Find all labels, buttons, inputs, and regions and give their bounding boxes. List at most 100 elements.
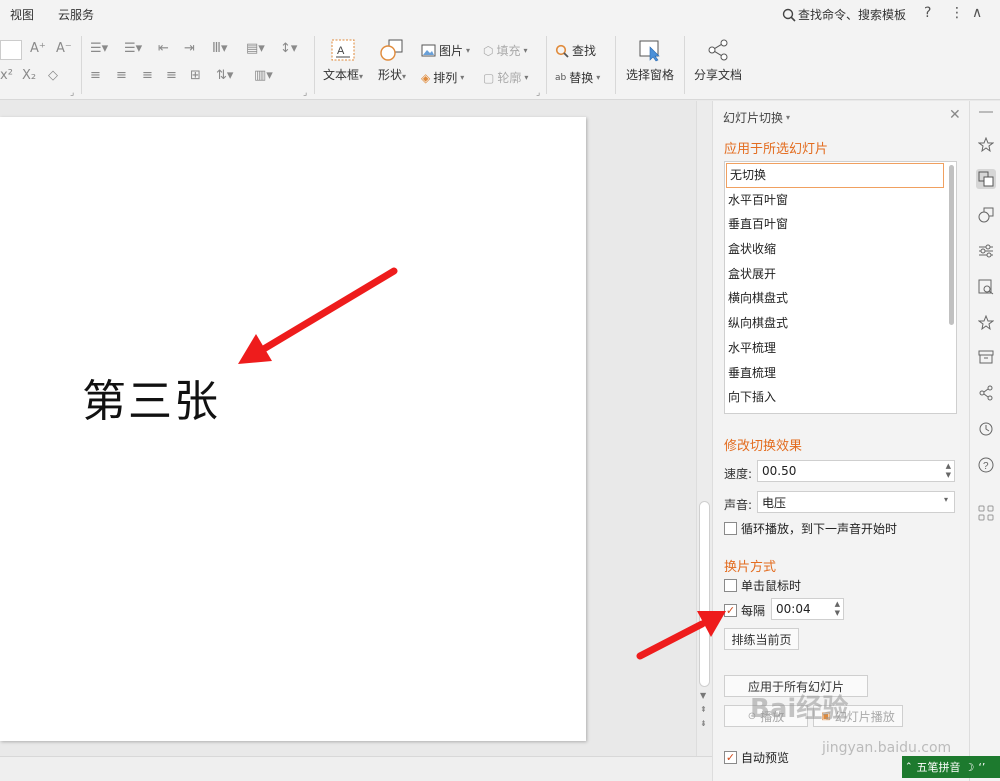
help-circle-icon[interactable]: ? (976, 455, 996, 475)
justify-icon[interactable]: ≡ (166, 68, 177, 83)
collapse-ribbon-icon[interactable]: ∧ (972, 5, 982, 21)
transition-item[interactable]: 垂直梳理 (725, 361, 956, 386)
arrange-button[interactable]: ◈ 排列 ▾ (421, 69, 464, 86)
transition-item[interactable]: 垂直百叶窗 (725, 212, 956, 237)
paragraph-spacing-icon[interactable]: ⇅▾ (216, 68, 233, 83)
increase-indent-icon[interactable]: ⇥ (184, 41, 195, 56)
slide-canvas[interactable]: 第三张 (0, 117, 586, 741)
numbering-icon[interactable]: ☰▾ (124, 41, 142, 56)
sound-select[interactable]: 电压 ▾ (757, 491, 955, 513)
superscript-icon[interactable]: x² (0, 68, 13, 83)
columns-icon[interactable]: ▥▾ (254, 68, 273, 83)
speed-spinner[interactable]: ▲ ▼ (946, 462, 951, 480)
shapes-button[interactable]: 形状▾ (378, 38, 406, 83)
fill-button[interactable]: ⬡ 填充 ▾ (483, 42, 528, 59)
transition-item[interactable]: 无切换 (726, 163, 944, 188)
close-icon[interactable]: ✕ (949, 107, 961, 123)
autopreview-checkbox-row[interactable]: ✓ 自动预览 (724, 749, 789, 766)
animation-icon[interactable] (976, 135, 996, 155)
on-click-checkbox-row[interactable]: 单击鼠标时 (724, 577, 801, 594)
help-icon[interactable]: ? (924, 5, 931, 21)
every-label: 每隔 (741, 604, 766, 618)
every-time-value: 00:04 (776, 602, 811, 616)
pane-title[interactable]: 幻灯片切换 ▾ (723, 109, 790, 126)
menu-bar: 视图 云服务 查找命令、搜索模板 ? ⋮ ∧ (0, 0, 1000, 28)
font-size-box[interactable] (0, 40, 22, 60)
shapes-pane-icon[interactable] (976, 205, 996, 225)
menu-cloud-service[interactable]: 云服务 (46, 6, 106, 23)
vertical-scrollbar[interactable]: ▼ ⇞ ⇟ (696, 101, 712, 756)
replace-icon: ab (555, 72, 567, 83)
scrollbar-thumb[interactable] (699, 501, 710, 687)
picture-button[interactable]: 图片 ▾ (421, 42, 470, 59)
slide-text[interactable]: 第三张 (82, 365, 220, 429)
more-icon[interactable]: ⋮ (950, 5, 964, 21)
align-left-icon[interactable]: ≡ (90, 68, 101, 83)
autopreview-checkbox[interactable]: ✓ (724, 751, 737, 764)
separator (684, 36, 685, 94)
archive-icon[interactable] (976, 347, 996, 367)
align-text-icon[interactable]: ▤▾ (246, 41, 265, 56)
selection-pane-icon (639, 40, 660, 62)
selection-pane-button[interactable]: 选择窗格 (626, 38, 674, 83)
line-spacing-icon[interactable]: ↕▾ (280, 41, 297, 56)
separator (81, 36, 82, 94)
ime-indicator[interactable]: ⌃ 五笔拼音 ☽ ‘’ (902, 756, 1000, 778)
every-time-spinner[interactable]: ▲ ▼ (835, 600, 840, 618)
loop-checkbox-row[interactable]: 循环播放，到下一声音开始时 (724, 520, 897, 537)
loop-label: 循环播放，到下一声音开始时 (741, 522, 898, 536)
image-search-icon[interactable] (976, 277, 996, 297)
speed-input[interactable]: 00.50 ▲ ▼ (757, 460, 955, 482)
apps-grid-icon[interactable] (976, 503, 996, 523)
find-button[interactable]: 查找 (555, 42, 596, 59)
transition-item[interactable]: 纵向棋盘式 (725, 311, 956, 336)
separator (615, 36, 616, 94)
section-apply-title: 应用于所选幻灯片 (724, 142, 829, 157)
every-checkbox[interactable]: ✓ (724, 604, 737, 617)
replace-button[interactable]: ab 替换 ▾ (555, 69, 600, 86)
section-advance-title: 换片方式 (724, 560, 777, 575)
text-direction-icon[interactable]: Ⅲ▾ (212, 41, 228, 56)
every-time-input[interactable]: 00:04 ▲ ▼ (771, 598, 844, 620)
distribute-icon[interactable]: ⊞ (190, 68, 201, 83)
next-slide-icon[interactable]: ⇟ (700, 719, 707, 728)
scroll-down-icon[interactable]: ▼ (700, 691, 706, 700)
command-search[interactable]: 查找命令、搜索模板 (782, 6, 906, 23)
transition-item[interactable]: 盒状收缩 (725, 237, 956, 262)
autopreview-label: 自动预览 (741, 751, 790, 765)
transition-list[interactable]: 无切换 水平百叶窗 垂直百叶窗 盒状收缩 盒状展开 横向棋盘式 纵向棋盘式 水平… (724, 161, 957, 414)
transition-icon[interactable] (976, 169, 996, 189)
every-checkbox-row[interactable]: ✓ 每隔 (724, 602, 765, 619)
decrease-indent-icon[interactable]: ⇤ (158, 41, 169, 56)
loop-checkbox[interactable] (724, 522, 737, 535)
transition-item[interactable]: 水平百叶窗 (725, 188, 956, 213)
rehearse-button[interactable]: 排练当前页 (724, 628, 799, 650)
history-icon[interactable] (976, 419, 996, 439)
share-pane-icon[interactable] (976, 383, 996, 403)
grow-font-icon[interactable]: A⁺ (30, 41, 46, 56)
properties-icon[interactable] (976, 241, 996, 261)
star-icon[interactable] (976, 313, 996, 333)
share-document-button[interactable]: 分享文档 (694, 38, 742, 83)
drawing-dialog-launcher[interactable]: ⌟ (536, 88, 540, 98)
font-dialog-launcher[interactable]: ⌟ (70, 88, 74, 98)
clear-format-icon[interactable]: ◇ (48, 68, 58, 83)
on-click-checkbox[interactable] (724, 579, 737, 592)
transition-item[interactable]: 盒状展开 (725, 262, 956, 287)
subscript-icon[interactable]: X₂ (22, 68, 36, 83)
align-right-icon[interactable]: ≡ (142, 68, 153, 83)
list-scrollbar-thumb[interactable] (949, 165, 954, 325)
transition-item[interactable]: 水平梳理 (725, 336, 956, 361)
transition-item[interactable]: 向下插入 (725, 385, 956, 410)
align-center-icon[interactable]: ≡ (116, 68, 127, 83)
sound-label: 声音: (724, 498, 753, 512)
outline-button[interactable]: ▢ 轮廓 ▾ (483, 69, 528, 86)
bullets-icon[interactable]: ☰▾ (90, 41, 108, 56)
paragraph-dialog-launcher[interactable]: ⌟ (303, 88, 307, 98)
text-box-button[interactable]: A 文本框▾ (323, 38, 363, 83)
previous-slide-icon[interactable]: ⇞ (700, 705, 707, 714)
menu-view[interactable]: 视图 (0, 6, 46, 23)
transition-item[interactable]: 横向棋盘式 (725, 286, 956, 311)
shrink-font-icon[interactable]: A⁻ (56, 41, 72, 56)
transition-task-pane: 幻灯片切换 ▾ ✕ 应用于所选幻灯片 无切换 水平百叶窗 垂直百叶窗 盒状收缩 盒… (712, 101, 969, 781)
